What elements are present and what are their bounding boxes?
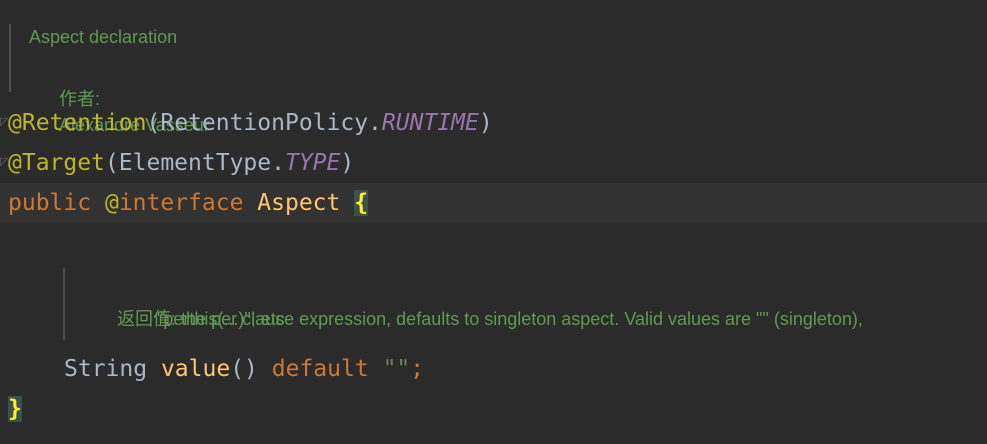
- retention-policy-value: RUNTIME: [381, 110, 479, 136]
- code-editor[interactable]: Aspect declaration 作者: Alexandre Vasseur…: [0, 0, 987, 444]
- public-keyword: public: [8, 190, 92, 216]
- method-name: value: [160, 356, 231, 382]
- method-doc-comment: 返回值: the per clause expression, defaults…: [63, 268, 982, 340]
- retention-policy-class: RetentionPolicy.: [160, 110, 382, 136]
- fold-marker-icon[interactable]: ◸: [0, 116, 8, 128]
- code-line-retention[interactable]: @Retention(RetentionPolicy.RUNTIME): [8, 106, 493, 140]
- aspect-name: Aspect: [257, 190, 341, 216]
- paren-open: (: [104, 150, 119, 176]
- default-keyword: default: [271, 356, 369, 382]
- paren-close: ): [478, 110, 493, 136]
- target-annotation: @Target: [8, 150, 105, 176]
- doc-author: 作者: Alexandre Vasseur: [29, 60, 429, 135]
- at-sign: @: [104, 190, 119, 216]
- doc-returns: 返回值: the per clause expression, defaults…: [87, 280, 982, 329]
- default-value: "": [382, 356, 411, 382]
- fold-marker-icon[interactable]: ◸: [0, 156, 8, 168]
- class-doc-comment: Aspect declaration 作者: Alexandre Vasseur: [9, 24, 429, 135]
- interface-keyword: interface: [118, 190, 244, 216]
- paren-close: ): [340, 150, 355, 176]
- open-brace: {: [354, 190, 369, 216]
- element-type-value: TYPE: [284, 150, 341, 176]
- close-brace: }: [8, 396, 22, 422]
- method-parens: (): [230, 356, 258, 382]
- code-line-close[interactable]: }: [8, 392, 22, 426]
- doc-description: Aspect declaration: [29, 27, 178, 47]
- code-line-declaration[interactable]: public @interface Aspect {: [8, 186, 369, 220]
- code-line-method[interactable]: String value() default "";: [64, 352, 424, 386]
- paren-open: (: [146, 110, 161, 136]
- element-type-class: ElementType.: [118, 150, 285, 176]
- semicolon: ;: [410, 356, 425, 382]
- return-type: String: [64, 356, 148, 382]
- retention-annotation: @Retention: [8, 110, 147, 136]
- code-line-target[interactable]: @Target(ElementType.TYPE): [8, 146, 354, 180]
